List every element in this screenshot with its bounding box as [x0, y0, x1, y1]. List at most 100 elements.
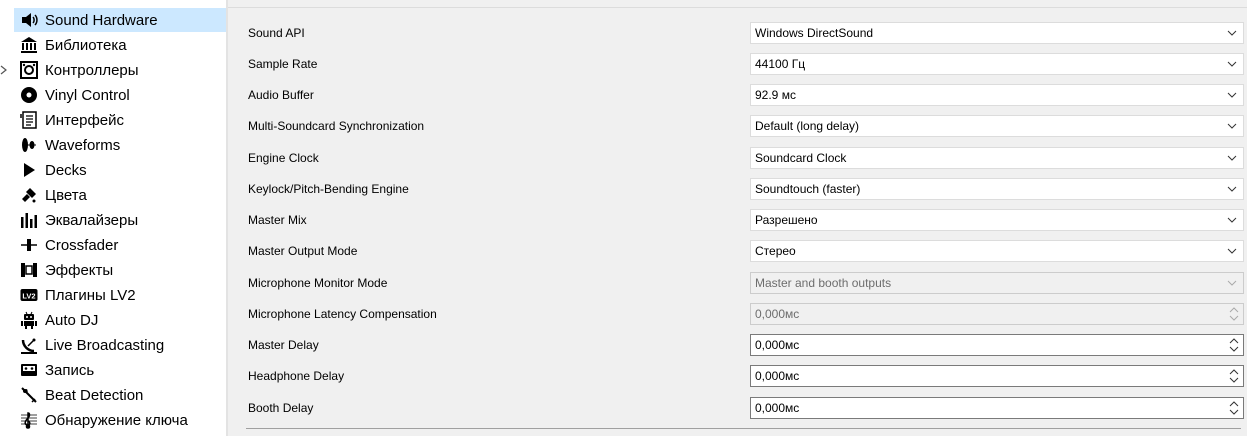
- sidebar-item-label: Плагины LV2: [45, 286, 136, 304]
- sample-rate-label: Sample Rate: [248, 57, 318, 71]
- sidebar-item-crossfader[interactable]: Crossfader: [14, 233, 226, 257]
- booth-delay-value: 0,000мс: [755, 401, 800, 415]
- preferences-sidebar: Sound Hardware Библиотека Контроллеры Vi…: [0, 0, 226, 436]
- multi-soundcard-sync-label: Multi-Soundcard Synchronization: [248, 119, 425, 133]
- spin-arrows-icon[interactable]: [1227, 367, 1241, 385]
- cassette-icon: [18, 359, 40, 381]
- sidebar-item-interface[interactable]: Интерфейс: [14, 108, 226, 132]
- sidebar-item-label: Auto DJ: [45, 311, 99, 329]
- headphone-delay-label: Headphone Delay: [248, 369, 345, 383]
- sidebar-item-label: Decks: [45, 161, 87, 179]
- sound-api-value: Windows DirectSound: [755, 26, 874, 40]
- master-delay-spinbox[interactable]: 0,000мс: [750, 334, 1244, 356]
- booth-delay-label: Booth Delay: [248, 401, 314, 415]
- spin-arrows-icon[interactable]: [1227, 336, 1241, 354]
- sidebar-item-live-broadcasting[interactable]: Live Broadcasting: [14, 333, 226, 357]
- master-mix-value: Разрешено: [755, 213, 818, 227]
- sidebar-item-colors[interactable]: Цвета: [14, 183, 226, 207]
- sidebar-item-label: Цвета: [45, 186, 87, 204]
- effects-icon: [18, 259, 40, 281]
- group-box-border: [246, 428, 1241, 429]
- sidebar-item-vinyl-control[interactable]: Vinyl Control: [14, 83, 226, 107]
- chevron-down-icon: [1227, 248, 1237, 254]
- interface-icon: [18, 109, 40, 131]
- chevron-down-icon: [1227, 155, 1237, 161]
- controller-icon: [18, 59, 40, 81]
- sidebar-item-key-detection[interactable]: Обнаружение ключа: [14, 408, 226, 432]
- master-delay-label: Master Delay: [248, 338, 319, 352]
- mic-monitor-mode-select: Master and booth outputs: [750, 272, 1244, 294]
- engine-clock-label: Engine Clock: [248, 151, 319, 165]
- chevron-down-icon: [1227, 123, 1237, 129]
- sidebar-item-beat-detection[interactable]: Beat Detection: [14, 383, 226, 407]
- sidebar-item-auto-dj[interactable]: Auto DJ: [14, 308, 226, 332]
- library-icon: [18, 34, 40, 56]
- sound-api-label: Sound API: [248, 26, 305, 40]
- sidebar-item-library[interactable]: Библиотека: [14, 33, 226, 57]
- waveform-icon: [18, 134, 40, 156]
- mic-latency-compensation-spinbox: 0,000мс: [750, 303, 1244, 325]
- mic-latency-compensation-label: Microphone Latency Compensation: [248, 307, 437, 321]
- sidebar-item-equalizers[interactable]: Эквалайзеры: [14, 208, 226, 232]
- chevron-down-icon: [1227, 92, 1237, 98]
- sound-api-select[interactable]: Windows DirectSound: [750, 22, 1244, 44]
- expand-arrow-icon[interactable]: [0, 65, 8, 75]
- sidebar-item-controllers[interactable]: Контроллеры: [14, 58, 226, 82]
- play-icon: [18, 159, 40, 181]
- treble-clef-icon: [18, 409, 40, 431]
- chevron-down-icon: [1227, 186, 1237, 192]
- sidebar-item-sound-hardware[interactable]: Sound Hardware: [14, 8, 226, 32]
- chevron-down-icon: [1227, 280, 1237, 286]
- sidebar-item-label: Live Broadcasting: [45, 336, 165, 354]
- spin-arrows-icon: [1229, 307, 1239, 321]
- sample-rate-select[interactable]: 44100 Гц: [750, 53, 1244, 75]
- audio-buffer-select[interactable]: 92.9 мс: [750, 84, 1244, 106]
- engine-clock-value: Soundcard Clock: [755, 151, 847, 165]
- sidebar-item-label: Обнаружение ключа: [45, 411, 188, 429]
- sidebar-item-label: Beat Detection: [45, 386, 144, 404]
- keylock-engine-select[interactable]: Soundtouch (faster): [750, 178, 1244, 200]
- sound-hardware-panel: Sound API Windows DirectSound Sample Rat…: [228, 0, 1247, 436]
- master-mix-label: Master Mix: [248, 213, 307, 227]
- multi-soundcard-sync-value: Default (long delay): [755, 119, 860, 133]
- sidebar-item-label: Запись: [45, 361, 95, 379]
- sidebar-item-label: Waveforms: [45, 136, 121, 154]
- speaker-icon: [18, 9, 40, 31]
- headphone-delay-value: 0,000мс: [755, 369, 800, 383]
- sidebar-item-label: Эффекты: [45, 261, 114, 279]
- audio-buffer-label: Audio Buffer: [248, 88, 314, 102]
- mic-latency-compensation-value: 0,000мс: [755, 307, 800, 321]
- chevron-down-icon: [1227, 30, 1237, 36]
- equalizer-icon: [18, 209, 40, 231]
- sidebar-item-label: Контроллеры: [45, 61, 139, 79]
- sidebar-item-waveforms[interactable]: Waveforms: [14, 133, 226, 157]
- sample-rate-value: 44100 Гц: [755, 57, 806, 71]
- sidebar-item-lv2-plugins[interactable]: LV2 Плагины LV2: [14, 283, 226, 307]
- lv2-icon: LV2: [18, 284, 40, 306]
- satellite-icon: [18, 334, 40, 356]
- master-mix-select[interactable]: Разрешено: [750, 209, 1244, 231]
- sidebar-item-effects[interactable]: Эффекты: [14, 258, 226, 282]
- sidebar-item-decks[interactable]: Decks: [14, 158, 226, 182]
- audio-buffer-value: 92.9 мс: [755, 88, 796, 102]
- chevron-down-icon: [1227, 217, 1237, 223]
- booth-delay-spinbox[interactable]: 0,000мс: [750, 397, 1244, 419]
- robot-icon: [18, 309, 40, 331]
- master-output-mode-label: Master Output Mode: [248, 244, 358, 258]
- spin-arrows-icon[interactable]: [1227, 399, 1241, 417]
- sidebar-item-label: Sound Hardware: [45, 11, 158, 29]
- sidebar-item-recording[interactable]: Запись: [14, 358, 226, 382]
- multi-soundcard-sync-select[interactable]: Default (long delay): [750, 115, 1244, 137]
- sidebar-item-label: Эквалайзеры: [45, 211, 139, 229]
- keylock-engine-value: Soundtouch (faster): [755, 182, 861, 196]
- master-delay-value: 0,000мс: [755, 338, 800, 352]
- chevron-down-icon: [1227, 61, 1237, 67]
- sidebar-item-label: Vinyl Control: [45, 86, 130, 104]
- engine-clock-select[interactable]: Soundcard Clock: [750, 147, 1244, 169]
- metronome-icon: [18, 384, 40, 406]
- headphone-delay-spinbox[interactable]: 0,000мс: [750, 365, 1244, 387]
- mic-monitor-mode-label: Microphone Monitor Mode: [248, 276, 388, 290]
- master-output-mode-select[interactable]: Стерео: [750, 240, 1244, 262]
- master-output-mode-value: Стерео: [755, 244, 796, 258]
- svg-text:LV2: LV2: [22, 292, 35, 301]
